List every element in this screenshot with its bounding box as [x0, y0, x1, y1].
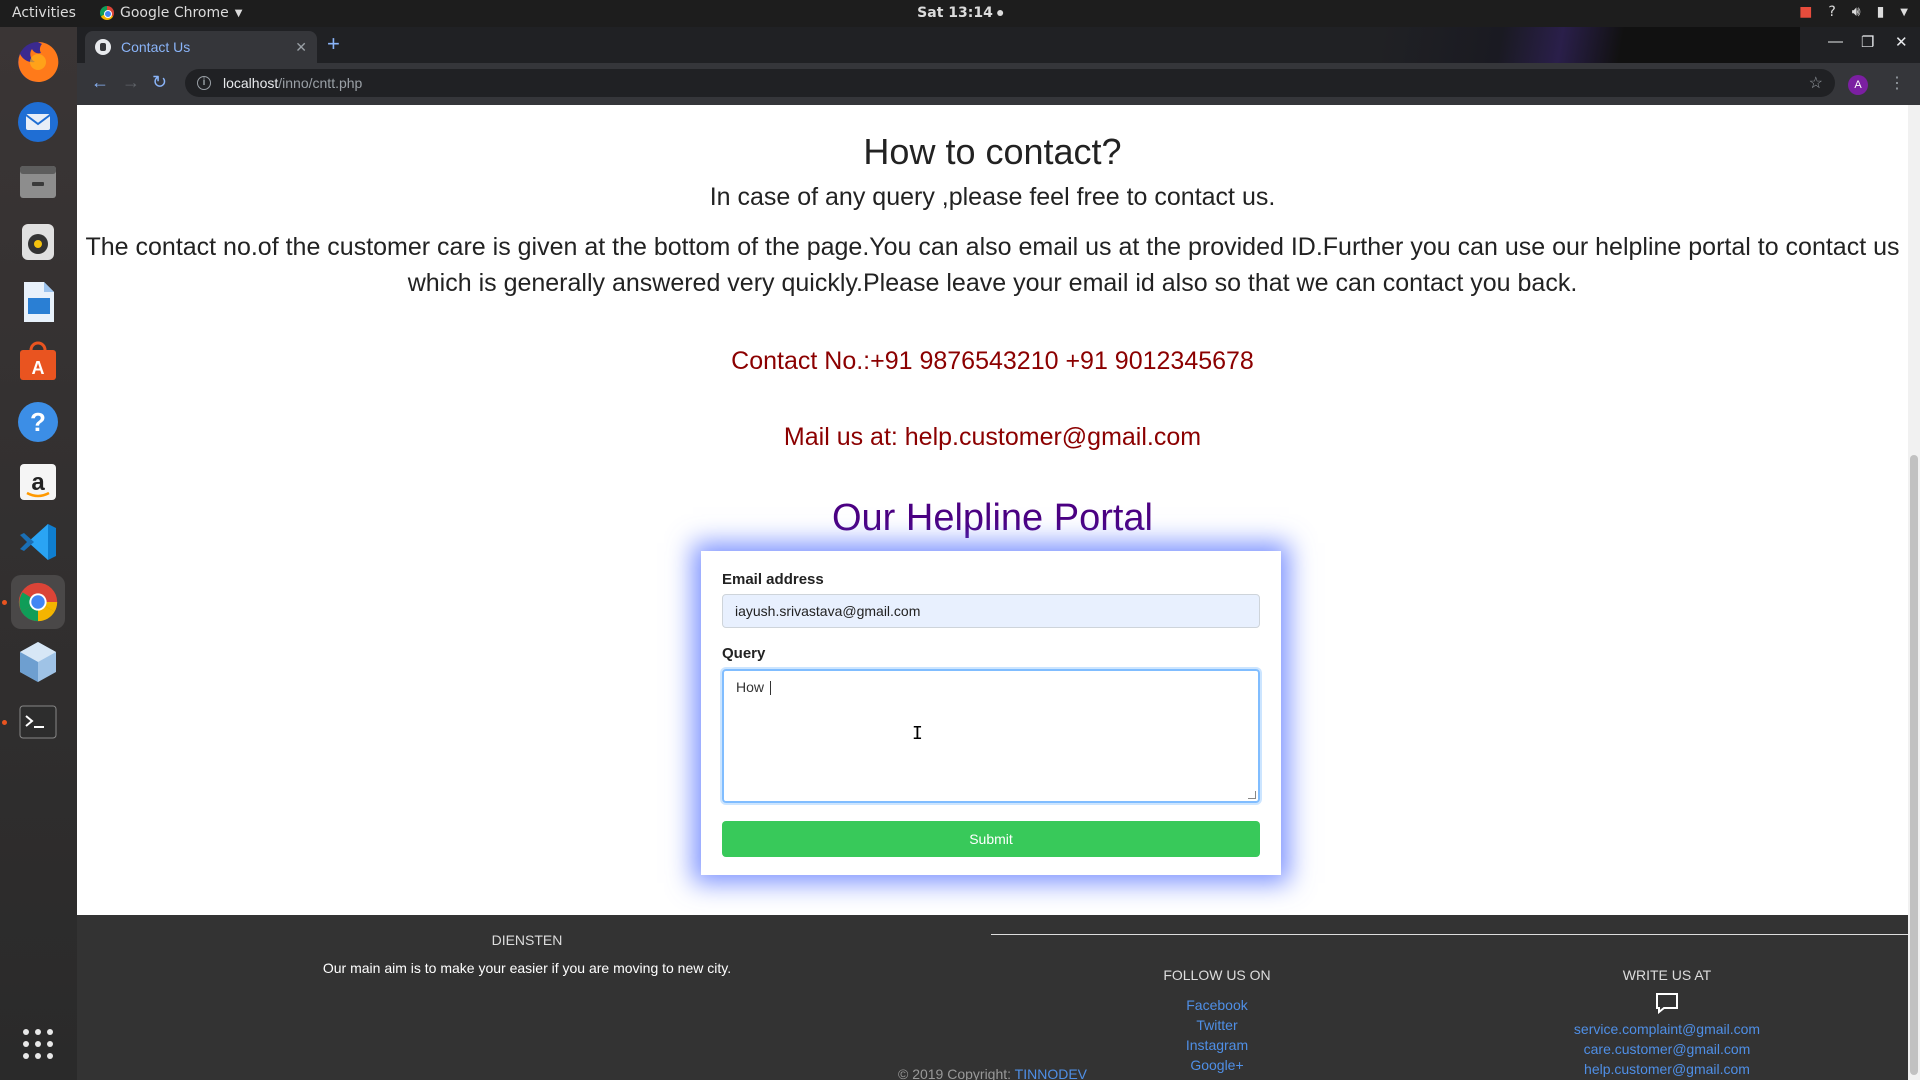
close-icon[interactable]: ✕ [295, 39, 307, 56]
page-title: How to contact? [863, 131, 1122, 172]
url-host: localhost [223, 75, 279, 91]
link-facebook[interactable]: Facebook [1127, 995, 1307, 1015]
info-paragraph: The contact no.of the customer care is g… [85, 233, 1900, 297]
query-label: Query [722, 645, 766, 662]
footer-heading-write: WRITE US AT [1622, 967, 1712, 983]
system-top-bar: Activities Google Chrome ▼ Sat 13:14 ■ ?… [0, 0, 1920, 27]
files-icon[interactable] [11, 155, 65, 209]
back-icon[interactable]: ← [91, 72, 109, 93]
footer-divider [991, 934, 1908, 935]
chrome-icon[interactable] [11, 575, 65, 629]
notification-dot-icon [996, 10, 1003, 16]
tab-contact-us[interactable]: Contact Us ✕ [85, 31, 317, 63]
resize-handle[interactable] [1248, 791, 1256, 799]
app-menu-label: Google Chrome [120, 5, 229, 21]
mail-address: Mail us at: help.customer@gmail.com [783, 423, 1202, 451]
helpline-form: Email address iayush.srivastava@gmail.co… [701, 551, 1281, 875]
footer-heading-follow: FOLLOW US ON [1163, 967, 1271, 983]
battery-icon[interactable]: ▮ [1877, 4, 1885, 20]
terminal-icon[interactable] [11, 695, 65, 749]
running-indicator [2, 720, 7, 725]
link-twitter[interactable]: Twitter [1127, 1015, 1307, 1035]
intro-text: In case of any query ,please feel free t… [709, 183, 1276, 211]
volume-icon[interactable]: 🔊︎ [1852, 4, 1861, 20]
submit-button[interactable]: Submit [722, 821, 1260, 857]
software-center-icon[interactable]: A [11, 335, 65, 389]
new-tab-button[interactable]: + [327, 33, 340, 55]
clock[interactable]: Sat 13:14 [917, 5, 1003, 21]
profile-avatar[interactable]: A [1848, 75, 1868, 95]
chevron-down-icon: ▼ [234, 7, 243, 19]
system-tray[interactable]: ■ ? 🔊︎ ▮ ▼ [1799, 4, 1908, 20]
amazon-icon[interactable]: a [11, 455, 65, 509]
link-instagram[interactable]: Instagram [1127, 1035, 1307, 1055]
query-text: How [736, 679, 768, 695]
chevron-down-icon[interactable]: ▼ [1900, 7, 1908, 18]
close-window-icon[interactable]: ✕ [1895, 33, 1908, 51]
email-field[interactable]: iayush.srivastava@gmail.com [722, 594, 1260, 628]
activities-button[interactable]: Activities [12, 5, 76, 21]
email-link-care[interactable]: care.customer@gmail.com [1517, 1039, 1817, 1059]
bookmark-star-icon[interactable]: ☆ [1809, 73, 1823, 93]
email-label: Email address [722, 571, 824, 588]
clock-label: Sat 13:14 [917, 5, 993, 21]
page-scrollbar[interactable] [1908, 105, 1920, 1080]
menu-kebab-icon[interactable]: ⋮ [1889, 73, 1905, 93]
maximize-icon[interactable]: ❐ [1861, 33, 1874, 51]
footer: DIENSTEN Our main aim is to make your ea… [77, 915, 1908, 1080]
vscode-icon[interactable] [11, 515, 65, 569]
virtualbox-icon[interactable] [11, 635, 65, 689]
svg-text:?: ? [30, 407, 46, 437]
show-apps-icon[interactable] [11, 1017, 65, 1071]
info-icon[interactable]: i [197, 76, 211, 90]
help-icon[interactable]: ? [11, 395, 65, 449]
svg-text:A: A [32, 358, 45, 378]
forward-icon[interactable]: → [122, 72, 140, 93]
tab-title: Contact Us [121, 39, 191, 55]
text-caret [769, 681, 771, 696]
contact-number: Contact No.:+91 9876543210 +91 901234567… [731, 347, 1254, 375]
app-menu[interactable]: Google Chrome ▼ [100, 5, 242, 21]
query-textarea[interactable]: How I [722, 669, 1260, 803]
help-icon[interactable]: ? [1828, 4, 1835, 20]
browser-window: Contact Us ✕ + — ❐ ✕ ← → ↻ i localhost/i… [77, 27, 1920, 1080]
address-bar[interactable]: i localhost/inno/cntt.php ☆ [185, 69, 1835, 97]
copyright: © 2019 Copyright: TINNODEV [77, 1066, 1908, 1080]
libreoffice-writer-icon[interactable] [11, 275, 65, 329]
firefox-icon[interactable] [11, 35, 65, 89]
chat-bubble-icon [1656, 993, 1678, 1014]
dock: A ? a [0, 27, 77, 1080]
footer-aim-text: Our main aim is to make your easier if y… [322, 960, 732, 976]
running-indicator [2, 600, 7, 605]
portal-title: Our Helpline Portal [831, 497, 1154, 539]
page-viewport: How to contact? In case of any query ,pl… [77, 105, 1920, 1080]
tabstrip-background [1200, 27, 1800, 63]
ibeam-cursor-icon: I [912, 723, 923, 744]
copyright-brand-link[interactable]: TINNODEV [1015, 1066, 1087, 1080]
thunderbird-icon[interactable] [11, 95, 65, 149]
page-icon [95, 39, 111, 55]
browser-toolbar: ← → ↻ i localhost/inno/cntt.php ☆ A ⋮ [77, 63, 1920, 105]
social-links: Facebook Twitter Instagram Google+ [1127, 995, 1307, 1075]
chrome-icon [100, 6, 114, 20]
url-path: /inno/cntt.php [278, 75, 363, 91]
email-link-service[interactable]: service.complaint@gmail.com [1517, 1019, 1817, 1039]
screen-record-icon[interactable]: ■ [1799, 4, 1812, 20]
svg-text:a: a [31, 469, 45, 496]
copyright-text: © 2019 Copyright: [897, 1066, 1012, 1080]
tab-strip: Contact Us ✕ + — ❐ ✕ [77, 27, 1920, 63]
scrollbar-thumb[interactable] [1910, 455, 1918, 1075]
footer-heading-diensten: DIENSTEN [491, 932, 563, 948]
minimize-icon[interactable]: — [1828, 33, 1843, 50]
reload-icon[interactable]: ↻ [152, 72, 167, 93]
rhythmbox-icon[interactable] [11, 215, 65, 269]
